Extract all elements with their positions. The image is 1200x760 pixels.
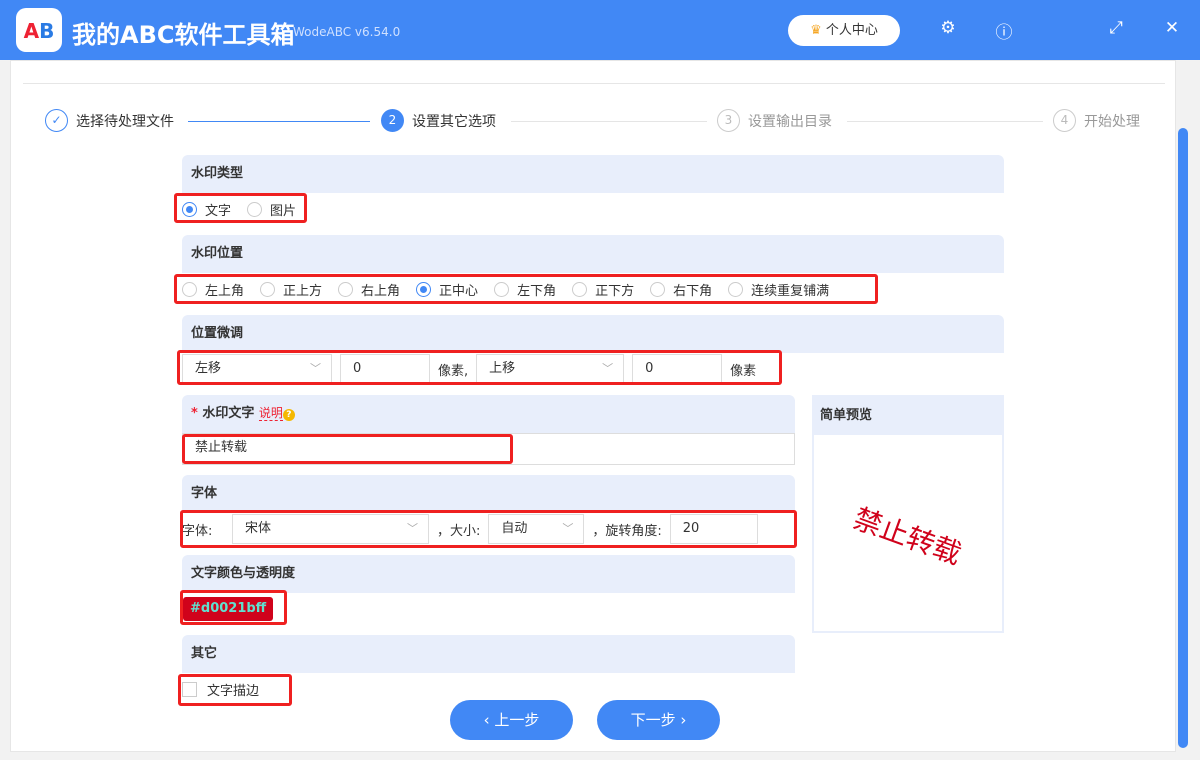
user-center-label: 个人中心 (825, 23, 878, 38)
step-number: 3 (717, 109, 740, 132)
section-watermark-type: 水印类型 (182, 155, 1004, 193)
prev-button[interactable]: ‹ 上一步 (450, 700, 573, 740)
highlight-box (182, 434, 513, 464)
next-button[interactable]: 下一步 › (597, 700, 720, 740)
step-line (847, 121, 1043, 122)
scrollbar-thumb[interactable] (1178, 128, 1188, 748)
section-position-adjust: 位置微调 (182, 315, 1004, 353)
user-center-button[interactable]: ♛ 个人中心 (788, 15, 900, 46)
section-other: 其它 (182, 635, 795, 673)
step-4: 4 开始处理 (1053, 109, 1140, 132)
scrollbar[interactable] (1176, 70, 1190, 750)
help-link[interactable]: 说明 (258, 406, 283, 421)
step-2: 2 设置其它选项 (381, 109, 496, 132)
section-title: 水印文字 (202, 406, 255, 421)
preview-watermark: 禁止转载 (849, 501, 966, 572)
preview-panel: 简单预览 禁止转载 (812, 395, 1004, 633)
divider (23, 83, 1165, 84)
chevron-left-icon: ‹ (483, 711, 490, 729)
highlight-box (174, 274, 878, 304)
step-1: ✓ 选择待处理文件 (45, 109, 174, 132)
title-bar: AB 我的ABC软件工具箱 WodeABC v6.54.0 ♛ 个人中心 ⚙ ⓘ… (0, 0, 1200, 60)
highlight-box (178, 674, 292, 706)
step-label: 设置输出目录 (748, 113, 832, 130)
highlight-box (180, 510, 797, 548)
section-watermark-text: * 水印文字 说明? (182, 395, 795, 433)
step-line (188, 121, 370, 122)
step-label: 选择待处理文件 (76, 113, 174, 130)
step-number: 2 (381, 109, 404, 132)
highlight-box (180, 590, 287, 625)
step-3: 3 设置输出目录 (717, 109, 832, 132)
preview-title: 简单预览 (814, 397, 1002, 435)
required-mark: * (191, 406, 198, 421)
highlight-box (174, 193, 307, 223)
step-label: 开始处理 (1084, 113, 1140, 130)
question-icon: ? (282, 409, 295, 421)
help-icon[interactable]: ⓘ (992, 18, 1016, 43)
highlight-box (177, 350, 782, 385)
step-line (511, 121, 707, 122)
settings-icon[interactable]: ⚙ (936, 18, 960, 38)
step-label: 设置其它选项 (412, 113, 496, 130)
section-color: 文字颜色与透明度 (182, 555, 795, 593)
app-title: 我的ABC软件工具箱 (72, 21, 295, 49)
step-check-icon: ✓ (45, 109, 68, 132)
section-watermark-position: 水印位置 (182, 235, 1004, 273)
step-number: 4 (1053, 109, 1076, 132)
prev-label: 上一步 (494, 711, 540, 729)
app-version: WodeABC v6.54.0 (293, 25, 401, 39)
next-label: 下一步 (630, 711, 676, 729)
chevron-right-icon: › (680, 711, 687, 729)
app-logo: AB (16, 8, 62, 52)
section-font: 字体 (182, 475, 795, 513)
maximize-icon[interactable]: ⤢ (1104, 18, 1128, 38)
crown-icon: ♛ (810, 23, 822, 38)
close-icon[interactable]: ✕ (1160, 18, 1184, 38)
